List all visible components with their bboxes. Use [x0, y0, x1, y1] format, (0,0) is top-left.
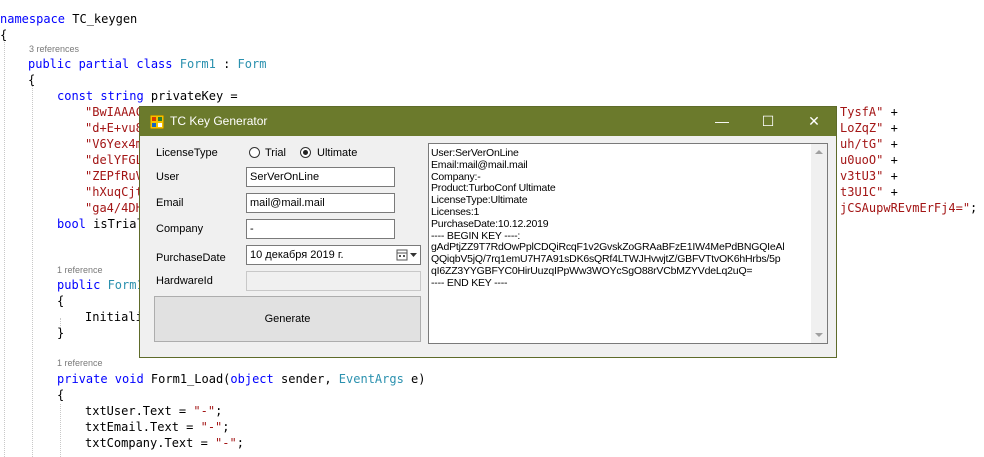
purchase-date-label: PurchaseDate	[156, 252, 226, 264]
company-input[interactable]: -	[246, 219, 395, 239]
hardware-id-label: HardwareId	[156, 275, 213, 287]
license-output-text[interactable]: User:SerVerOnLine Email:mail@mail.mail C…	[431, 147, 813, 290]
references-codelens[interactable]: 1 reference	[57, 265, 103, 275]
company-label: Company	[156, 223, 204, 235]
email-input[interactable]: mail@mail.mail	[246, 193, 395, 213]
code-line: u0uoO" +	[840, 153, 898, 167]
code-line: bool isTrial	[57, 217, 144, 231]
code-line: "ga4/4DH	[85, 201, 143, 215]
code-line: TysfA" +	[840, 105, 898, 119]
scroll-down-icon[interactable]	[815, 333, 823, 337]
scroll-up-icon[interactable]	[815, 150, 823, 154]
maximize-button[interactable]: ☐	[745, 107, 791, 136]
code-line: public Form1	[57, 278, 144, 292]
references-codelens[interactable]: 1 reference	[57, 358, 103, 368]
close-button[interactable]: ✕	[791, 107, 837, 136]
radio-ultimate[interactable]	[300, 147, 311, 158]
code-line: "hXuqCjt	[85, 185, 143, 199]
minimize-button[interactable]: —	[699, 107, 745, 136]
license-output-textbox[interactable]: User:SerVerOnLine Email:mail@mail.mail C…	[428, 143, 828, 344]
code-line: public partial class Form1 : Form	[28, 57, 267, 71]
user-label: User	[156, 171, 180, 183]
generate-button[interactable]: Generate	[154, 296, 421, 342]
calendar-dropdown-icon[interactable]	[396, 248, 418, 262]
code-line: t3U1C" +	[840, 185, 898, 199]
code-line: txtUser.Text = "-";	[85, 404, 223, 418]
radio-selected-dot	[303, 150, 308, 155]
keygen-window: TC Key Generator — ☐ ✕ LicenseType Trial…	[139, 106, 837, 358]
radio-trial[interactable]	[249, 147, 260, 158]
vertical-scrollbar[interactable]	[811, 144, 827, 343]
title-bar[interactable]: TC Key Generator — ☐ ✕	[140, 107, 836, 136]
app-icon	[150, 115, 164, 129]
code-line: jCSAupwREvmErFj4=";	[840, 201, 978, 215]
code-line: "d+E+vu8	[85, 121, 143, 135]
code-line: {	[57, 294, 65, 308]
code-line: "V6Yex4m	[85, 137, 143, 151]
code-line: txtEmail.Text = "-";	[85, 420, 230, 434]
license-type-label: LicenseType	[156, 147, 218, 159]
purchase-date-picker[interactable]: 10 декабря 2019 г.	[246, 245, 421, 265]
code-line: Initiali	[85, 310, 143, 324]
code-line: "delYFGL	[85, 153, 143, 167]
hardware-id-input	[246, 271, 421, 291]
code-line: {	[0, 28, 8, 42]
code-line: uh/tG" +	[840, 137, 898, 151]
indent-guide	[60, 404, 61, 457]
purchase-date-value: 10 декабря 2019 г.	[250, 249, 344, 261]
indent-guide	[32, 86, 33, 457]
code-line: namespace TC_keygen	[0, 12, 138, 26]
code-line: const string privateKey =	[57, 89, 238, 103]
code-line: }	[57, 326, 65, 340]
email-label: Email	[156, 197, 184, 209]
code-line: private void Form1_Load(object sender, E…	[57, 372, 426, 386]
code-line: "ZEPfRuV	[85, 169, 143, 183]
code-line: "BwIAAAC	[85, 105, 143, 119]
code-line: {	[57, 388, 65, 402]
code-line: {	[28, 73, 36, 87]
radio-ultimate-label[interactable]: Ultimate	[317, 147, 357, 159]
indent-guide	[4, 40, 5, 457]
window-title: TC Key Generator	[170, 114, 268, 128]
user-input[interactable]: SerVerOnLine	[246, 167, 395, 187]
code-line: txtCompany.Text = "-";	[85, 436, 244, 450]
code-line: v3tU3" +	[840, 169, 898, 183]
references-codelens[interactable]: 3 references	[29, 44, 79, 54]
code-line: LoZqZ" +	[840, 121, 898, 135]
radio-trial-label[interactable]: Trial	[265, 147, 286, 159]
